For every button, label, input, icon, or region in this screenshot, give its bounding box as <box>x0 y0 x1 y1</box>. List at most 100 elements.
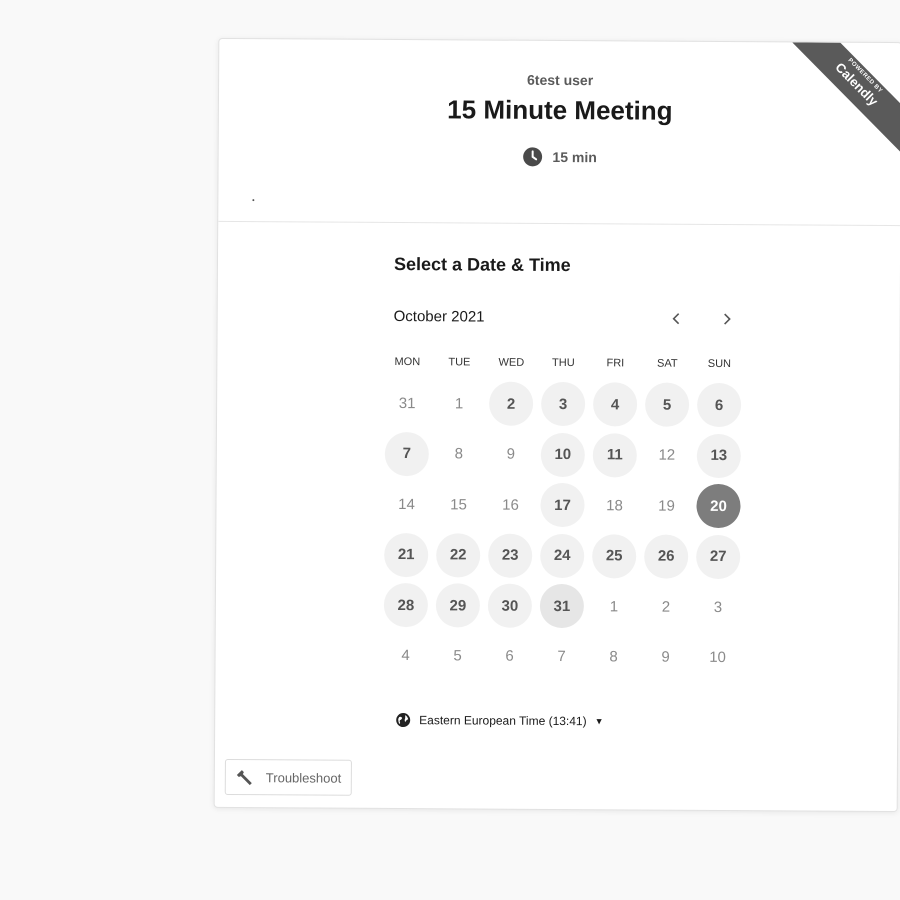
next-month-button[interactable] <box>712 304 742 334</box>
day-cell: 7 <box>535 631 587 682</box>
day-cell[interactable]: 31 <box>536 581 588 632</box>
day-number: 2 <box>488 381 534 427</box>
globe-icon <box>396 713 411 728</box>
day-cell: 10 <box>691 632 743 683</box>
day-number: 4 <box>592 382 638 427</box>
event-title: 15 Minute Meeting <box>447 94 673 126</box>
calendar-grid: 31 1 2 3 4 5 6 7 8 9 10 11 12 13 14 15 16 17 18 19 20 21 22 23 2… <box>379 378 745 683</box>
day-number: 30 <box>487 583 533 629</box>
day-cell: 14 <box>380 479 432 530</box>
organizer-name: 6test user <box>526 71 594 89</box>
day-number: 5 <box>453 647 462 665</box>
day-cell[interactable]: 3 <box>537 379 589 430</box>
day-number: 10 <box>540 432 585 477</box>
day-cell[interactable]: 30 <box>484 581 536 632</box>
day-cell: 18 <box>588 480 640 531</box>
day-number: 26 <box>644 534 689 579</box>
day-cell[interactable]: 2 <box>485 379 537 430</box>
day-number: 5 <box>644 382 690 428</box>
day-number: 4 <box>401 647 410 665</box>
day-number: 19 <box>658 497 675 515</box>
day-cell[interactable]: 29 <box>432 580 484 631</box>
day-cell: 1 <box>588 581 640 632</box>
day-cell: 6 <box>483 631 535 682</box>
day-number: 1 <box>609 598 619 616</box>
day-cell[interactable]: 17 <box>536 480 588 531</box>
day-number: 10 <box>709 649 726 667</box>
day-cell[interactable]: 6 <box>693 380 745 431</box>
day-cell[interactable]: 13 <box>693 430 745 481</box>
day-number: 27 <box>696 534 741 579</box>
weekday-label: TUE <box>448 356 471 369</box>
chevron-left-icon <box>672 313 680 325</box>
day-cell[interactable]: 23 <box>484 530 536 581</box>
day-cell-selected[interactable]: 20 <box>692 481 744 532</box>
day-number: 31 <box>539 584 585 629</box>
event-header: 6test user 15 Minute Meeting 15 min <box>218 38 900 227</box>
day-cell: 9 <box>639 632 691 683</box>
weekday-label: WED <box>498 356 525 369</box>
day-number: 1 <box>454 395 464 413</box>
day-number: 15 <box>450 496 467 514</box>
wrench-icon <box>236 770 252 786</box>
day-number: 17 <box>540 483 585 528</box>
prev-month-button[interactable] <box>662 304 692 334</box>
day-number: 22 <box>436 533 481 578</box>
caret-down-icon: ▼ <box>594 716 604 727</box>
weekday-label: SAT <box>657 357 678 370</box>
day-cell[interactable]: 10 <box>537 429 589 480</box>
day-cell[interactable]: 24 <box>536 530 588 581</box>
day-number: 13 <box>696 433 741 478</box>
event-duration: 15 min <box>219 145 900 169</box>
day-number: 8 <box>609 648 618 666</box>
day-number: 9 <box>506 445 516 463</box>
day-cell: 31 <box>381 378 433 429</box>
weekday-label: FRI <box>606 357 625 370</box>
day-number: 24 <box>540 533 585 578</box>
day-cell: 8 <box>433 429 485 480</box>
weekday-label: MON <box>394 356 421 369</box>
weekday-label: THU <box>552 356 575 370</box>
day-number: 7 <box>384 431 429 476</box>
day-cell[interactable]: 4 <box>589 379 641 430</box>
day-number: 16 <box>502 496 519 514</box>
day-cell[interactable]: 21 <box>380 529 432 580</box>
day-cell: 12 <box>641 430 693 481</box>
weekday-header: MON TUE WED THU FRI SAT SUN <box>381 356 745 370</box>
day-number: 3 <box>713 598 723 616</box>
section-title: Select a Date & Time <box>393 253 571 276</box>
day-cell[interactable]: 26 <box>640 531 692 582</box>
day-number: 29 <box>435 583 481 628</box>
day-cell[interactable]: 22 <box>432 530 484 581</box>
day-number: 20 <box>696 484 741 529</box>
day-cell: 2 <box>640 582 692 633</box>
day-cell: 19 <box>640 481 692 532</box>
day-number: 12 <box>658 446 676 464</box>
day-cell: 1 <box>433 378 485 429</box>
timezone-label: Eastern European Time (13:41) <box>419 713 587 729</box>
day-number: 6 <box>505 647 514 665</box>
booking-card: POWERED BY Calendly 6test user 15 Minute… <box>213 37 900 813</box>
day-number: 14 <box>398 495 415 513</box>
day-cell[interactable]: 7 <box>381 428 433 479</box>
day-cell[interactable]: 5 <box>641 380 693 431</box>
day-number: 7 <box>557 648 566 666</box>
day-number: 11 <box>592 432 637 478</box>
day-number: 31 <box>398 394 416 412</box>
day-cell: 16 <box>484 480 536 531</box>
day-cell[interactable]: 11 <box>589 430 641 481</box>
clock-icon <box>522 147 542 167</box>
timezone-selector[interactable]: Eastern European Time (13:41) ▼ <box>395 712 604 729</box>
day-cell: 5 <box>431 631 483 682</box>
day-number: 2 <box>661 598 671 616</box>
weekday-label: SUN <box>707 357 732 371</box>
troubleshoot-button[interactable]: Troubleshoot <box>224 758 353 796</box>
day-number: 25 <box>592 533 637 579</box>
chevron-right-icon <box>724 313 731 325</box>
day-cell[interactable]: 28 <box>380 580 432 631</box>
duration-label: 15 min <box>552 148 597 166</box>
day-cell: 3 <box>692 582 744 633</box>
header-dot <box>252 199 255 202</box>
day-cell[interactable]: 25 <box>588 531 640 582</box>
day-cell[interactable]: 27 <box>692 531 744 582</box>
